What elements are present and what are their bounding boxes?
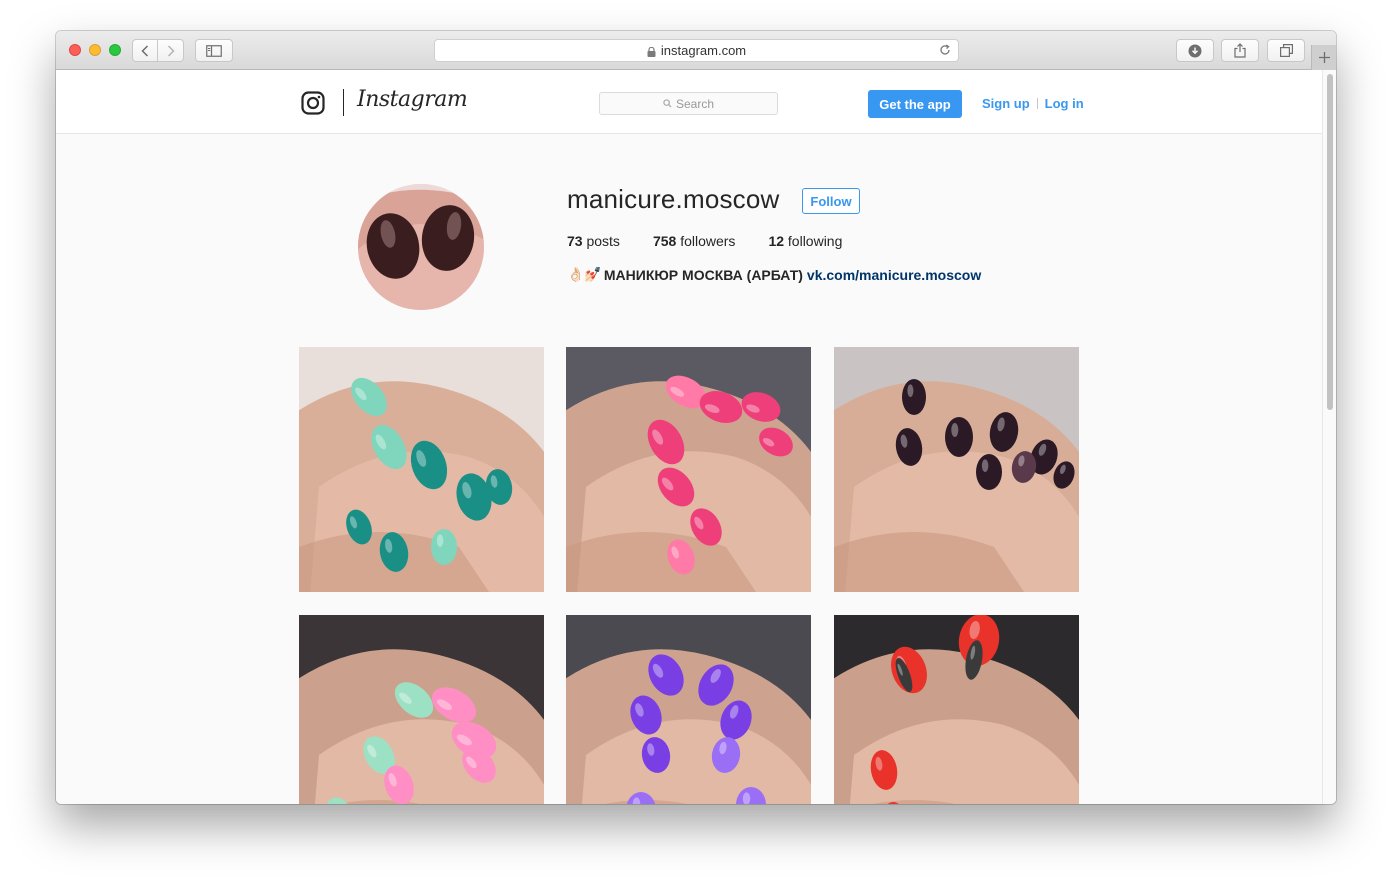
share-icon	[1234, 43, 1246, 58]
logo-divider	[343, 89, 344, 116]
post-thumbnail[interactable]	[834, 615, 1079, 804]
sidebar-icon	[206, 44, 222, 57]
back-button[interactable]	[132, 39, 158, 62]
bio-link[interactable]: vk.com/manicure.moscow	[807, 267, 981, 283]
posts-label: posts	[586, 233, 620, 249]
search-icon	[663, 99, 672, 108]
post-image	[299, 615, 544, 804]
close-window-button[interactable]	[69, 44, 81, 56]
post-thumbnail[interactable]	[834, 347, 1079, 592]
search-input[interactable]: Search	[599, 92, 778, 115]
post-thumbnail[interactable]	[566, 347, 811, 592]
post-image	[834, 615, 1079, 804]
sidebar-toggle-button[interactable]	[195, 39, 233, 62]
scrollbar-thumb[interactable]	[1327, 74, 1333, 410]
sign-up-link[interactable]: Sign up	[982, 96, 1030, 111]
bio-emoji: 👌🏻💅🏻	[567, 266, 602, 282]
instagram-page: Instagram Search Get the app Sign up Log…	[56, 70, 1322, 804]
chevron-right-icon	[167, 44, 175, 57]
profile-avatar[interactable]	[358, 184, 484, 310]
profile-username: manicure.moscow	[567, 184, 780, 214]
post-image	[834, 347, 1079, 592]
search-placeholder: Search	[675, 96, 715, 111]
post-thumbnail[interactable]	[299, 615, 544, 804]
browser-window: instagram.com Instagram Search Get the a…	[56, 31, 1336, 804]
auth-links: Sign up Log in	[982, 96, 1084, 111]
post-thumbnail[interactable]	[566, 615, 811, 804]
lock-icon	[647, 46, 656, 57]
following-label: following	[787, 233, 843, 249]
address-bar[interactable]: instagram.com	[434, 39, 959, 62]
downloads-button[interactable]	[1176, 39, 1214, 62]
post-image	[566, 615, 811, 804]
get-the-app-button[interactable]: Get the app	[868, 90, 962, 118]
history-nav	[132, 39, 185, 62]
chevron-left-icon	[141, 44, 149, 57]
profile-stats: 73 posts 758 followers 12 following	[567, 233, 875, 249]
tabs-icon	[1279, 44, 1293, 57]
reload-icon[interactable]	[939, 43, 951, 59]
ig-header: Instagram Search Get the app Sign up Log…	[56, 70, 1322, 134]
maximize-window-button[interactable]	[109, 44, 121, 56]
page-scrollbar[interactable]	[1322, 70, 1336, 804]
following-stat[interactable]: 12 following	[768, 233, 842, 249]
post-thumbnail[interactable]	[299, 347, 544, 592]
log-in-link[interactable]: Log in	[1045, 96, 1084, 111]
follow-button[interactable]: Follow	[802, 188, 860, 214]
url-text: instagram.com	[660, 43, 747, 58]
post-image	[566, 347, 811, 592]
minimize-window-button[interactable]	[89, 44, 101, 56]
auth-divider	[1036, 98, 1038, 109]
browser-toolbar: instagram.com	[56, 31, 1336, 70]
bio-name: МАНИКЮР МОСКВА (АРБАТ)	[603, 266, 803, 283]
profile-bio: 👌🏻💅🏻 МАНИКЮР МОСКВА (АРБАТ) vk.com/manic…	[567, 266, 981, 283]
forward-button[interactable]	[158, 39, 184, 62]
posts-count: 73	[567, 233, 583, 249]
instagram-camera-icon[interactable]	[301, 91, 325, 115]
instagram-wordmark[interactable]: Instagram	[357, 87, 468, 112]
share-button[interactable]	[1221, 39, 1259, 62]
followers-stat[interactable]: 758 followers	[653, 233, 736, 249]
download-icon	[1188, 44, 1202, 57]
plus-icon	[1318, 52, 1330, 63]
followers-count: 758	[652, 233, 677, 249]
post-image	[299, 347, 544, 592]
following-count: 12	[768, 233, 785, 249]
posts-stat: 73 posts	[567, 233, 620, 249]
followers-label: followers	[680, 233, 736, 249]
new-tab-button[interactable]	[1311, 45, 1336, 70]
tabs-overview-button[interactable]	[1267, 39, 1305, 62]
